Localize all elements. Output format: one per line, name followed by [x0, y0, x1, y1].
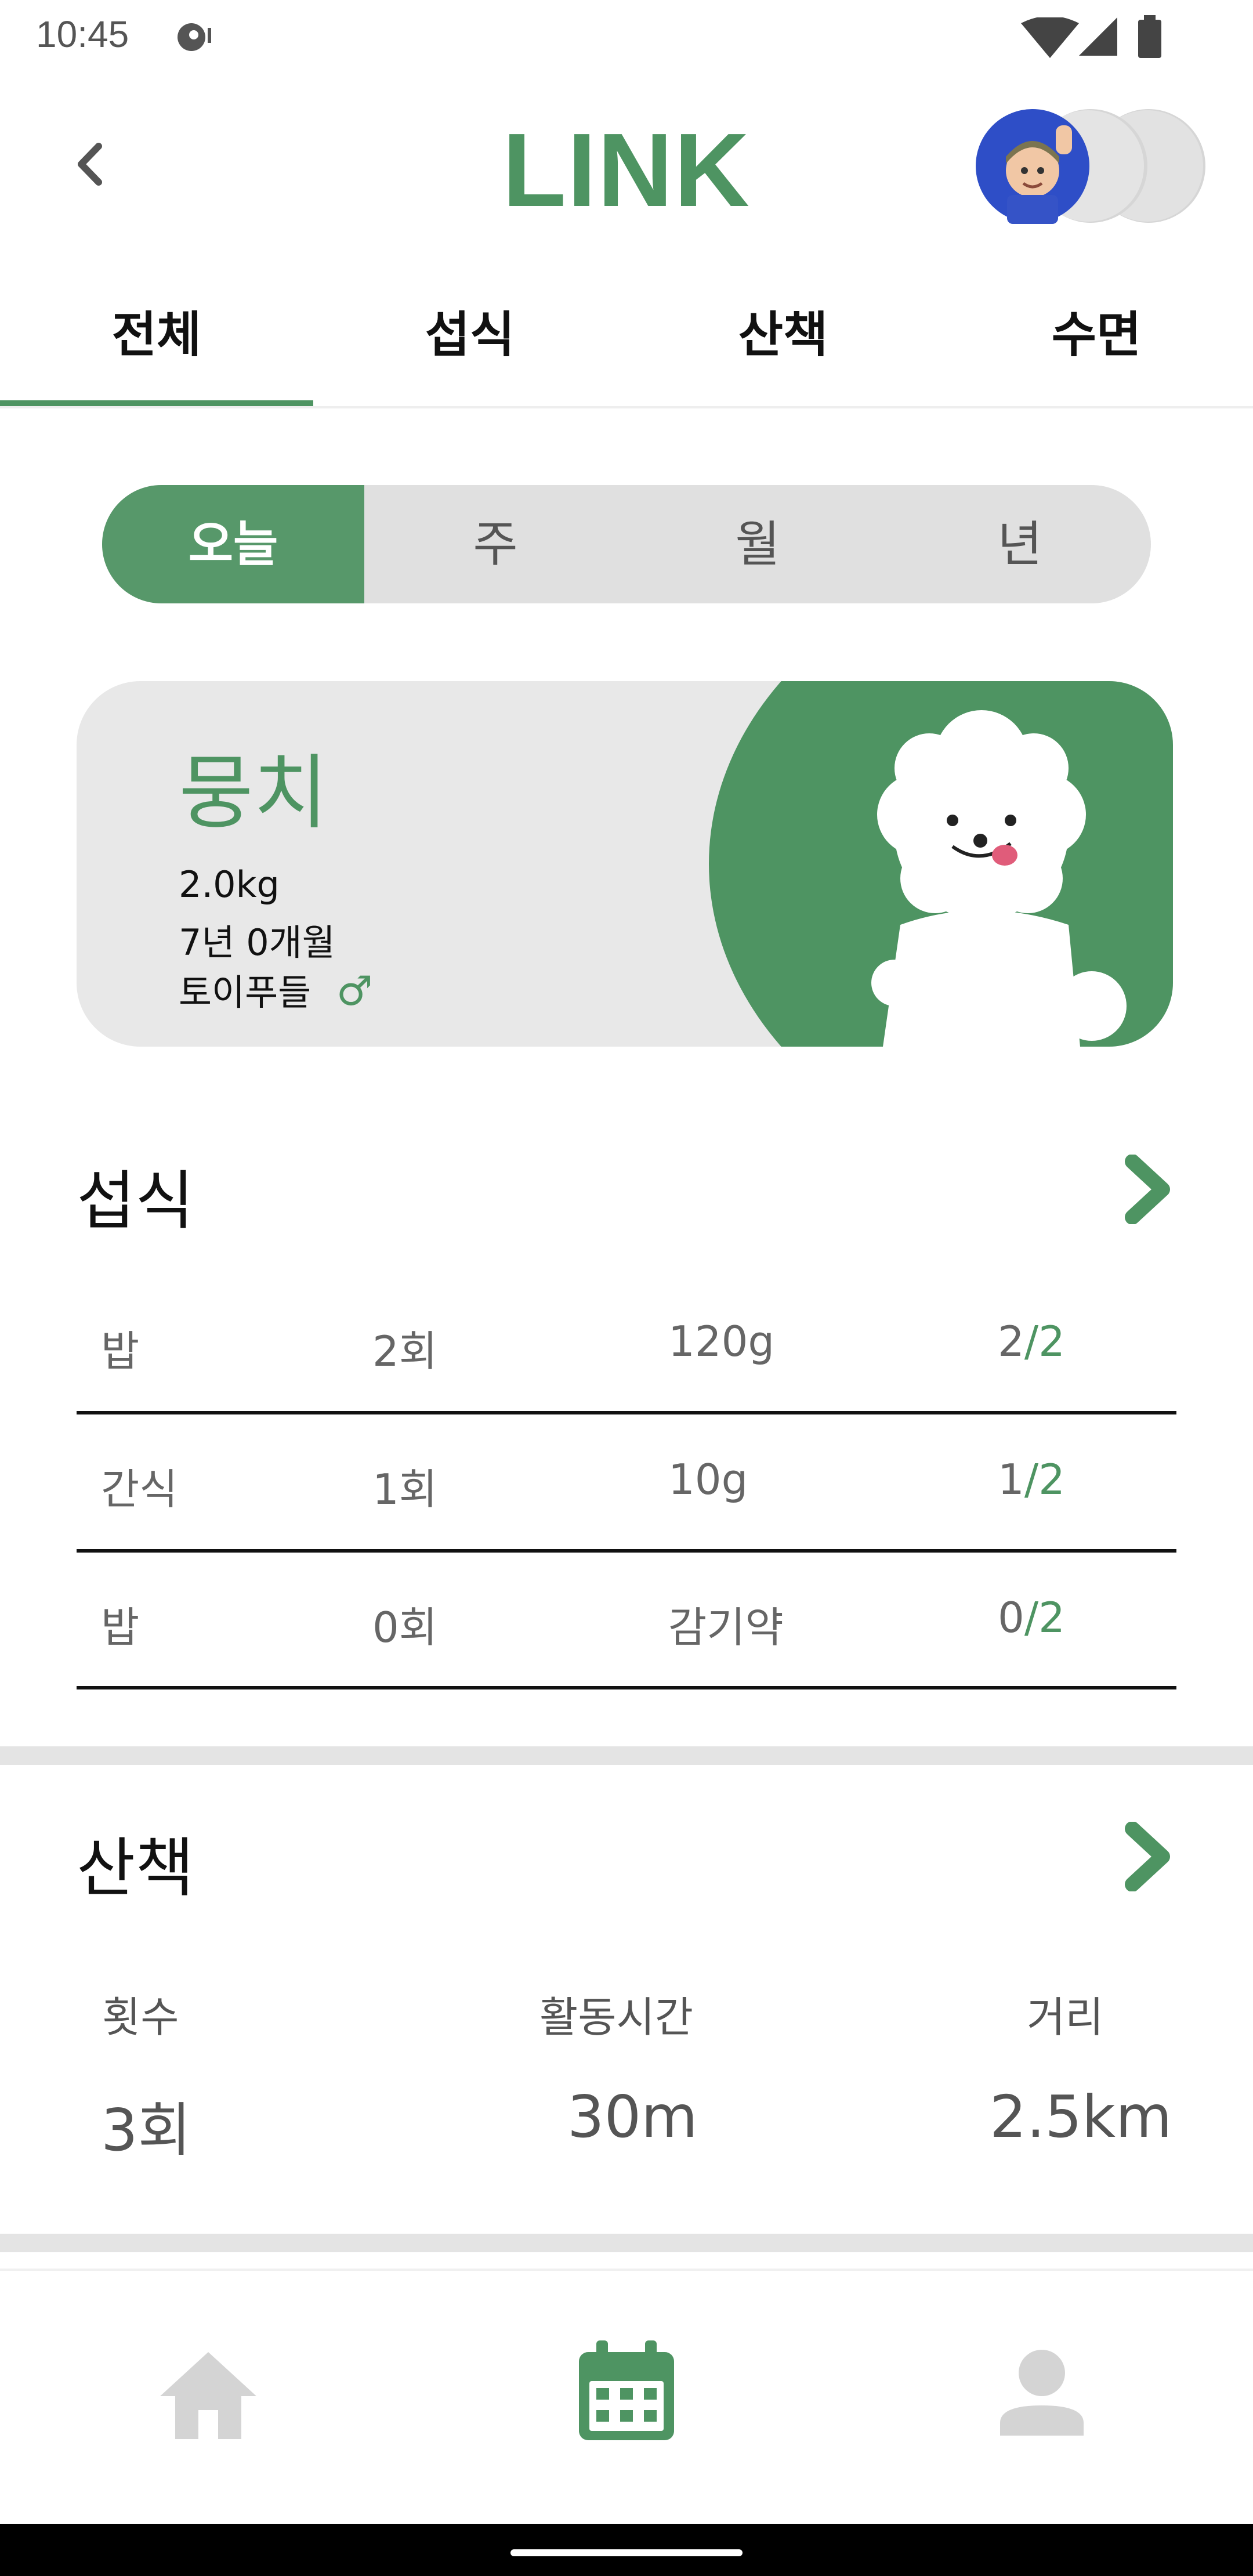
walk-time-value: 30m — [567, 2083, 698, 2151]
battery-icon — [1138, 15, 1161, 58]
walk-more-icon[interactable] — [1122, 1822, 1178, 1891]
walk-time-label: 활동시간 — [539, 1993, 693, 2042]
tab-divider — [0, 406, 1253, 408]
feed-count: 1회 — [372, 1465, 438, 1514]
walk-count-value: 3회 — [101, 2096, 191, 2164]
walk-title: 산책 — [77, 1831, 194, 1905]
feeding-more-icon[interactable] — [1122, 1155, 1178, 1224]
period-selector: 오늘 주 월 년 — [102, 485, 1151, 603]
home-gesture-handle[interactable] — [510, 2549, 743, 2556]
feed-progress: 1/2 — [998, 1455, 1065, 1504]
feed-count: 2회 — [372, 1327, 438, 1376]
feed-progress: 2/2 — [998, 1317, 1065, 1366]
calendar-icon[interactable] — [579, 2340, 674, 2440]
period-year[interactable]: 년 — [889, 485, 1151, 603]
pet-weight: 2.0kg — [179, 863, 280, 906]
feed-progress-total: /2 — [1024, 1455, 1065, 1504]
row-divider — [77, 1549, 1176, 1553]
signal-icon — [1079, 17, 1117, 56]
feed-progress-done: 1 — [998, 1455, 1024, 1504]
feed-progress-done: 2 — [998, 1317, 1024, 1366]
wifi-icon — [1021, 17, 1079, 58]
walk-distance-label: 거리 — [1027, 1993, 1104, 2042]
pet-breed-line: 토이푸들 ♂ — [179, 963, 373, 1015]
feed-progress: 0/2 — [998, 1593, 1065, 1642]
pet-card[interactable]: 뭉치 2.0kg 7년 0개월 토이푸들 ♂ — [77, 681, 1173, 1047]
profile-avatars — [976, 109, 1205, 224]
pet-name: 뭉치 — [179, 746, 328, 841]
section-separator — [0, 2234, 1253, 2252]
section-separator — [0, 1746, 1253, 1765]
person-icon[interactable] — [1000, 2350, 1084, 2436]
feed-type: 간식 — [101, 1465, 178, 1514]
period-month[interactable]: 월 — [626, 485, 889, 603]
notification-icon — [178, 23, 211, 51]
tab-feeding[interactable]: 섭식 — [313, 296, 626, 366]
row-divider — [77, 1411, 1176, 1414]
period-week[interactable]: 주 — [364, 485, 626, 603]
male-icon: ♂ — [336, 967, 373, 1015]
feed-progress-total: /2 — [1024, 1593, 1065, 1642]
status-time: 10:45 — [36, 13, 129, 55]
feed-type: 밥 — [101, 1327, 140, 1376]
feed-type: 밥 — [101, 1603, 140, 1652]
walk-count-label: 횟수 — [102, 1993, 179, 2042]
feed-progress-total: /2 — [1024, 1317, 1065, 1366]
feed-count: 0회 — [372, 1603, 438, 1652]
home-icon[interactable] — [160, 2352, 256, 2439]
feed-amount: 10g — [668, 1455, 748, 1504]
walk-distance-value: 2.5km — [990, 2083, 1172, 2151]
profile-switcher[interactable] — [975, 108, 1218, 224]
row-divider — [77, 1686, 1176, 1689]
pet-breed: 토이푸들 — [179, 971, 312, 1014]
tab-indicator — [0, 400, 313, 406]
feed-amount: 감기약 — [668, 1603, 784, 1652]
pet-photo — [709, 681, 1173, 1047]
period-today[interactable]: 오늘 — [102, 485, 364, 603]
bottom-nav — [0, 2269, 1253, 2526]
feeding-title: 섭식 — [77, 1164, 194, 1238]
tab-all[interactable]: 전체 — [0, 296, 313, 366]
tab-walk[interactable]: 산책 — [626, 296, 940, 366]
feed-progress-done: 0 — [998, 1593, 1024, 1642]
tab-sleep[interactable]: 수면 — [940, 296, 1253, 366]
pet-age: 7년 0개월 — [179, 921, 335, 964]
feed-amount: 120g — [668, 1317, 775, 1366]
